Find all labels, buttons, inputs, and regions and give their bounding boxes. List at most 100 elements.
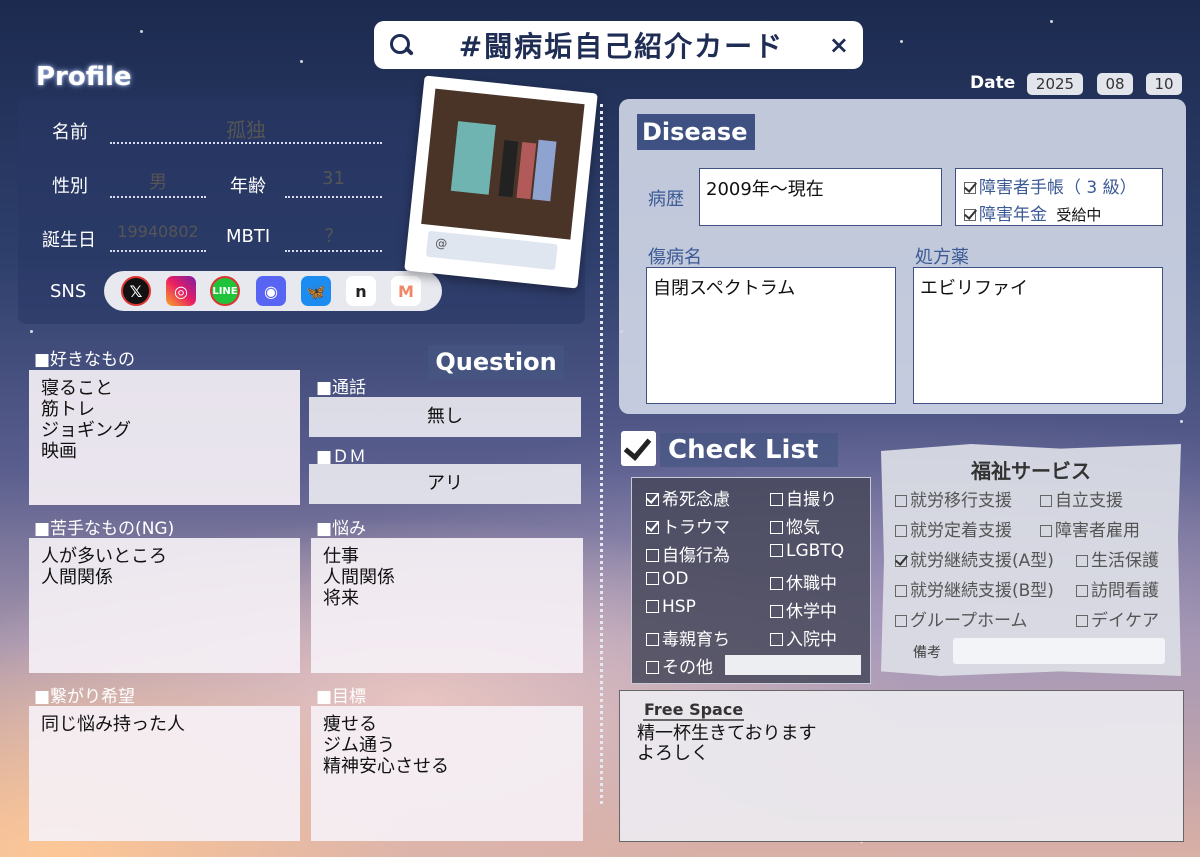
welfare-item-label: 就労定着支援 (910, 521, 1012, 541)
checklist-item[interactable]: HSP (646, 597, 696, 617)
checkbox[interactable] (646, 661, 659, 674)
checkbox[interactable] (1040, 525, 1052, 537)
search-bar[interactable]: #闘病垢自己紹介カード × (374, 21, 863, 69)
checkbox[interactable] (646, 600, 659, 613)
welfare-item-label: デイケア (1091, 611, 1159, 631)
welfare-item[interactable]: 自立支援 (1040, 486, 1123, 511)
date-month: 08 (1097, 73, 1133, 95)
dislikes-label: ■苦手なもの(NG) (34, 519, 175, 539)
checkbox[interactable] (770, 521, 783, 534)
worry-box: 仕事 人間関係 将来 (311, 538, 583, 673)
welfare-item-label: 就労移行支援 (910, 491, 1012, 511)
welfare-item[interactable]: 障害者雇用 (1040, 516, 1140, 541)
welfare-item[interactable]: 就労継続支援(B型) (895, 576, 1054, 601)
date-label: Date (970, 73, 1016, 93)
gender-value: 男 (110, 168, 206, 198)
birthday-label: 誕生日 (42, 230, 96, 251)
x-icon[interactable]: 𝕏 (121, 276, 151, 306)
birthday-value: 19940802 (110, 222, 206, 252)
checkbox[interactable] (895, 585, 907, 597)
misskey-icon[interactable]: M (391, 276, 421, 306)
sns-label: SNS (50, 281, 87, 302)
checklist-item[interactable]: 惚気 (770, 513, 820, 538)
checklist-item[interactable]: LGBTQ (770, 541, 844, 561)
worry-label: ■悩み (316, 519, 367, 539)
checkbox[interactable] (770, 605, 783, 618)
diagnosis-label: 傷病名 (648, 247, 702, 268)
welfare-item[interactable]: 就労定着支援 (895, 516, 1012, 541)
star (900, 40, 903, 43)
date-year: 2025 (1027, 73, 1083, 95)
line-icon[interactable]: LINE (210, 276, 240, 306)
checklist-item[interactable]: 希死念慮 (646, 485, 730, 510)
close-icon[interactable]: × (829, 31, 849, 59)
checklist-item-label: LGBTQ (786, 541, 845, 561)
checkbox[interactable] (646, 521, 659, 534)
diagnosis-value: 自閉スペクトラム (646, 267, 896, 404)
checkbox[interactable] (646, 572, 659, 585)
welfare-item[interactable]: デイケア (1076, 606, 1159, 631)
checkbox[interactable] (770, 577, 783, 590)
pension-status: 受給中 (1056, 206, 1102, 224)
name-value: 孤独 (110, 114, 382, 144)
welfare-item-label: 就労継続支援(B型) (910, 581, 1054, 601)
checklist-item[interactable]: その他 (646, 653, 713, 678)
search-query: #闘病垢自己紹介カード (458, 30, 785, 63)
checklist-item-label: トラウマ (662, 518, 730, 538)
checkbox[interactable] (895, 495, 907, 507)
other-input[interactable] (725, 655, 861, 675)
checkbox[interactable] (895, 555, 907, 567)
welfare-item[interactable]: グループホーム (895, 606, 1027, 631)
checkbox[interactable] (1040, 495, 1052, 507)
welfare-item[interactable]: 生活保護 (1076, 546, 1159, 571)
welfare-item-label: 障害者雇用 (1055, 521, 1140, 541)
checklist-item[interactable]: 自撮り (770, 485, 837, 510)
checkbox[interactable] (770, 544, 783, 557)
note-icon[interactable]: n (346, 276, 376, 306)
checkbox[interactable] (1076, 555, 1088, 567)
checkbox[interactable] (895, 525, 907, 537)
profile-photo-frame: @ (404, 75, 598, 289)
checklist-item[interactable]: トラウマ (646, 513, 730, 538)
checkbox[interactable] (1076, 585, 1088, 597)
checklist-item-label: 休学中 (786, 602, 837, 622)
checklist-item[interactable]: 休職中 (770, 569, 837, 594)
sns-bar: 𝕏 ◎ LINE ◉ 🦋 n M (104, 271, 442, 311)
checklist-item-label: 自傷行為 (662, 546, 730, 566)
checkbox[interactable] (646, 633, 659, 646)
handbook-checkbox[interactable] (964, 182, 976, 194)
welfare-item[interactable]: 就労継続支援(A型) (895, 546, 1054, 571)
checklist-item[interactable]: 自傷行為 (646, 541, 730, 566)
profile-photo (421, 88, 585, 240)
likes-label: ■好きなもの (34, 350, 136, 370)
free-space-text: 精一杯生きております よろしく (637, 723, 817, 764)
bluesky-icon[interactable]: 🦋 (301, 276, 331, 306)
checkbox[interactable] (770, 633, 783, 646)
instagram-icon[interactable]: ◎ (166, 276, 196, 306)
medicine-value: エビリファイ (913, 267, 1163, 404)
pension-checkbox[interactable] (964, 209, 976, 221)
search-icon (388, 32, 414, 58)
welfare-item[interactable]: 就労移行支援 (895, 486, 1012, 511)
name-label: 名前 (52, 122, 88, 143)
checklist-item-label: 休職中 (786, 574, 837, 594)
checkbox[interactable] (646, 493, 659, 506)
checklist-title: Check List (660, 433, 838, 467)
notes-input[interactable] (953, 638, 1165, 664)
welfare-item-label: 就労継続支援(A型) (910, 551, 1054, 571)
photo-handle: @ (425, 230, 558, 271)
checklist-item[interactable]: OD (646, 569, 688, 589)
checkbox[interactable] (646, 549, 659, 562)
checkbox[interactable] (1076, 615, 1088, 627)
checklist-item[interactable]: 毒親育ち (646, 625, 730, 650)
checklist-item[interactable]: 入院中 (770, 625, 837, 650)
checkbox[interactable] (770, 493, 783, 506)
checklist-item-label: 入院中 (786, 630, 837, 650)
dm-value: アリ (309, 464, 581, 504)
checkbox[interactable] (895, 615, 907, 627)
checklist-item[interactable]: 休学中 (770, 597, 837, 622)
checklist-item-label: 希死念慮 (662, 490, 730, 510)
discord-icon[interactable]: ◉ (256, 276, 286, 306)
welfare-item[interactable]: 訪問看護 (1076, 576, 1159, 601)
star (300, 60, 303, 63)
